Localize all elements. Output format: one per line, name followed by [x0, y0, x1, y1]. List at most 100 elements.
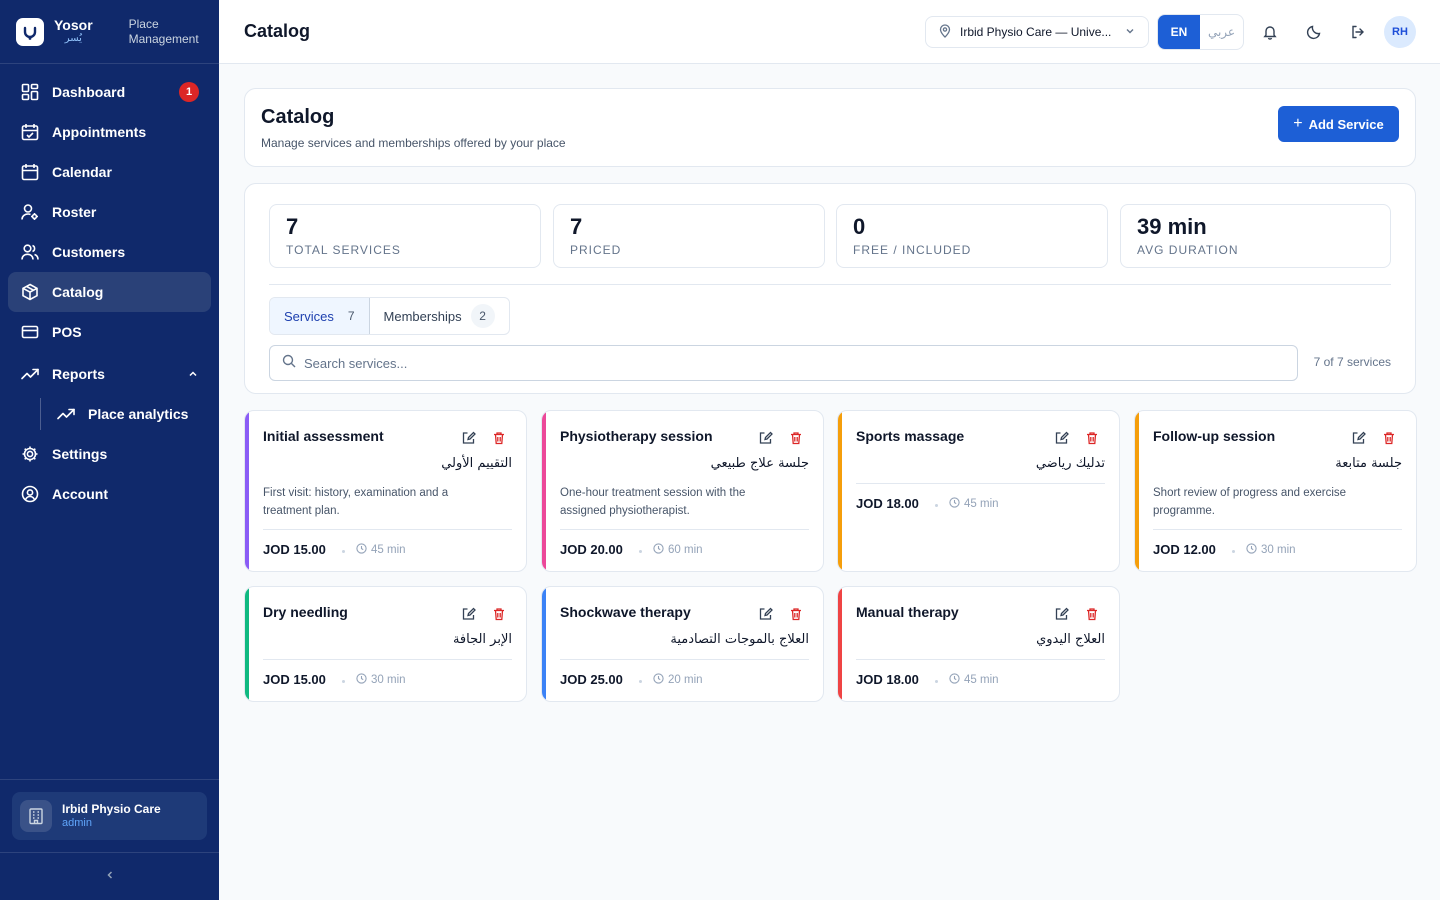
- service-card[interactable]: Dry needling الإبر الجافة JOD 15.00 30 min: [244, 586, 527, 702]
- sidebar-item-label: Appointments: [52, 124, 147, 140]
- sidebar-item-roster[interactable]: Roster: [8, 192, 211, 232]
- collapse-sidebar-button[interactable]: [0, 852, 219, 900]
- credit-card-icon: [20, 322, 40, 342]
- service-card[interactable]: Sports massage تدليك رياضي JOD 18.00 45 min: [837, 410, 1120, 572]
- add-service-button[interactable]: + Add Service: [1278, 106, 1399, 142]
- location-select[interactable]: Irbid Physio Care — Unive...: [925, 16, 1149, 48]
- card-accent: [838, 587, 842, 701]
- sidebar-item-customers[interactable]: Customers: [8, 232, 211, 272]
- stat-free-included: 0 Free / included: [836, 204, 1108, 268]
- moon-icon[interactable]: [1302, 20, 1326, 44]
- brand-name-ar: يُسر: [64, 33, 82, 45]
- place-switcher[interactable]: Irbid Physio Care admin: [12, 792, 207, 840]
- divider: [263, 529, 512, 530]
- separator-dot: [639, 680, 642, 683]
- card-accent: [245, 587, 249, 701]
- trash-icon[interactable]: [789, 431, 803, 450]
- sidebar-item-label: Calendar: [52, 164, 112, 180]
- card-accent: [838, 411, 842, 571]
- divider: [856, 659, 1105, 660]
- trending-up-icon: [56, 404, 76, 424]
- stat-total-services: 7 Total services: [269, 204, 541, 268]
- service-description: One-hour treatment session with the assi…: [560, 487, 746, 517]
- sidebar-nav: Dashboard 1 Appointments Calendar Roster: [0, 64, 219, 522]
- trash-icon[interactable]: [789, 607, 803, 626]
- service-card[interactable]: Initial assessment التقييم الأولي First vi…: [244, 410, 527, 572]
- sidebar-item-pos[interactable]: POS: [8, 312, 211, 352]
- sidebar-item-settings[interactable]: Settings: [8, 434, 211, 474]
- sidebar-item-catalog[interactable]: Catalog: [8, 272, 211, 312]
- separator-dot: [639, 550, 642, 553]
- service-card[interactable]: Physiotherapy session جلسة علاج طبيعي One-…: [541, 410, 824, 572]
- search-box: [269, 345, 1298, 381]
- grid-icon: [20, 82, 40, 102]
- edit-icon[interactable]: [1055, 431, 1069, 450]
- service-duration: 45 min: [949, 497, 999, 511]
- divider: [1153, 529, 1402, 530]
- sidebar-item-label: Customers: [52, 244, 126, 260]
- lang-en-button[interactable]: EN: [1158, 15, 1200, 49]
- tab-services[interactable]: Services 7: [270, 298, 370, 334]
- sidebar-item-dashboard[interactable]: Dashboard 1: [8, 72, 211, 112]
- chevron-up-icon[interactable]: [187, 367, 199, 383]
- sidebar-item-appointments[interactable]: Appointments: [8, 112, 211, 152]
- trash-icon[interactable]: [1085, 607, 1099, 626]
- building-icon: [20, 800, 52, 832]
- brand-subtitle: Place Management: [128, 16, 199, 46]
- sidebar-item-reports[interactable]: Reports: [8, 354, 211, 394]
- edit-icon[interactable]: [1352, 431, 1366, 450]
- gear-icon: [20, 444, 40, 464]
- separator-dot: [935, 504, 938, 507]
- service-name: Follow-up session: [1153, 428, 1276, 444]
- trash-icon[interactable]: [492, 607, 506, 626]
- service-name-ar: العلاج اليدوي: [1036, 632, 1105, 647]
- trash-icon[interactable]: [1085, 431, 1099, 450]
- sidebar-item-label: Place analytics: [88, 406, 189, 422]
- chevron-down-icon: [1124, 25, 1136, 40]
- trending-up-icon: [20, 364, 40, 384]
- edit-icon[interactable]: [462, 607, 476, 626]
- result-count: 7 of 7 services: [1313, 355, 1391, 369]
- edit-icon[interactable]: [759, 431, 773, 450]
- service-duration: 30 min: [356, 673, 406, 687]
- location-select-value: Irbid Physio Care — Unive...: [960, 25, 1112, 39]
- service-name: Dry needling: [263, 604, 348, 620]
- clock-icon: [653, 673, 668, 687]
- calendar-icon: [20, 162, 40, 182]
- tab-memberships[interactable]: Memberships 2: [370, 298, 509, 334]
- trash-icon[interactable]: [1382, 431, 1396, 450]
- divider: [856, 483, 1105, 484]
- place-role: admin: [62, 816, 92, 829]
- brand[interactable]: Yosor يُسر Place Management: [0, 0, 219, 64]
- service-card[interactable]: Manual therapy العلاج اليدوي JOD 18.00 45 m…: [837, 586, 1120, 702]
- sidebar-item-calendar[interactable]: Calendar: [8, 152, 211, 192]
- service-price: JOD 20.00: [560, 542, 623, 557]
- card-accent: [542, 587, 546, 701]
- clock-icon: [653, 543, 668, 557]
- service-duration: 45 min: [949, 673, 999, 687]
- edit-icon[interactable]: [1055, 607, 1069, 626]
- search-input[interactable]: [304, 355, 1218, 371]
- service-card[interactable]: Follow-up session جلسة متابعة Short review…: [1134, 410, 1417, 572]
- service-name: Initial assessment: [263, 428, 384, 444]
- user-circle-icon: [20, 484, 40, 504]
- edit-icon[interactable]: [462, 431, 476, 450]
- clock-icon: [949, 497, 964, 511]
- lang-ar-button[interactable]: عربي: [1200, 15, 1243, 49]
- logout-icon[interactable]: [1346, 20, 1370, 44]
- service-name-ar: الإبر الجافة: [452, 632, 512, 647]
- clock-icon: [356, 543, 371, 557]
- tab-count: 2: [470, 304, 495, 328]
- trash-icon[interactable]: [492, 431, 506, 450]
- service-price: JOD 15.00: [263, 672, 326, 687]
- avatar[interactable]: RH: [1384, 16, 1416, 48]
- catalog-tabs: Services 7 Memberships 2: [269, 297, 510, 335]
- sidebar-item-place-analytics[interactable]: Place analytics: [8, 394, 211, 434]
- service-card[interactable]: Shockwave therapy العلاج بالموجات التصادم…: [541, 586, 824, 702]
- stat-avg-duration: 39 min Avg duration: [1120, 204, 1391, 268]
- sidebar-item-account[interactable]: Account: [8, 474, 211, 514]
- separator-dot: [342, 680, 345, 683]
- edit-icon[interactable]: [759, 607, 773, 626]
- bell-icon[interactable]: [1258, 20, 1282, 44]
- sidebar-item-label: POS: [52, 324, 82, 340]
